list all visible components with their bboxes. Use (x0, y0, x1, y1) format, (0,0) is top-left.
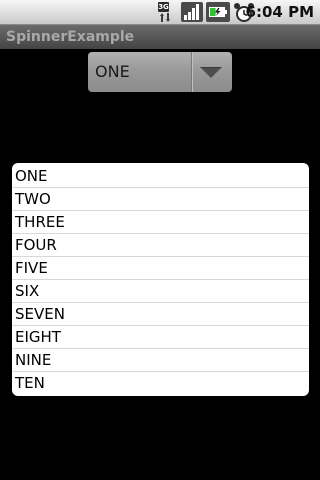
list-item[interactable]: SIX (12, 280, 309, 303)
status-bar: 3G 6:04 PM (0, 0, 320, 25)
list-item[interactable]: THREE (12, 211, 309, 234)
spinner-dropdown[interactable]: ONE (88, 52, 232, 92)
list-item[interactable]: NINE (12, 349, 309, 372)
spinner-options-list: ONE TWO THREE FOUR FIVE SIX SEVEN EIGHT … (12, 163, 309, 396)
status-clock: 6:04 PM (245, 3, 314, 21)
title-bar: SpinnerExample (0, 25, 320, 49)
spinner-selected-value: ONE (95, 62, 130, 81)
list-item[interactable]: FOUR (12, 234, 309, 257)
data-activity-arrows-icon (160, 13, 170, 22)
list-item[interactable]: TEN (12, 372, 309, 395)
list-item[interactable]: TWO (12, 188, 309, 211)
app-title: SpinnerExample (6, 29, 135, 45)
list-item[interactable]: ONE (12, 165, 309, 188)
list-item[interactable]: EIGHT (12, 326, 309, 349)
signal-strength-icon (181, 2, 203, 22)
3g-data-icon: 3G (158, 2, 176, 23)
dropdown-arrow-icon (200, 67, 222, 78)
list-item[interactable]: FIVE (12, 257, 309, 280)
list-item[interactable]: SEVEN (12, 303, 309, 326)
network-type-label: 3G (158, 2, 169, 12)
battery-charging-icon (206, 2, 230, 22)
spinner-divider (191, 52, 192, 92)
